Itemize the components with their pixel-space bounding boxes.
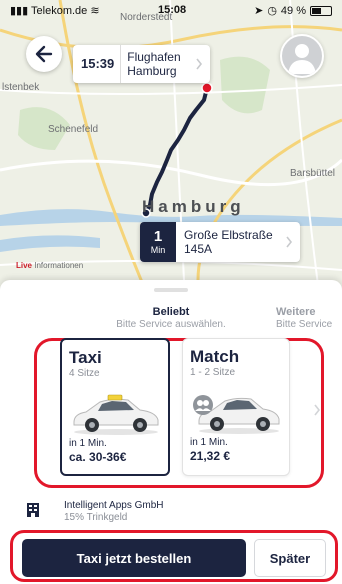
- service-price: ca. 30-36€: [69, 450, 127, 464]
- map-label-barsbuettel: Barsbüttel: [290, 168, 336, 179]
- back-button[interactable]: [26, 36, 62, 72]
- profile-avatar[interactable]: [280, 34, 324, 78]
- map-label-hamburg: Hamburg: [142, 197, 245, 216]
- map-label-schenefeld: Schenefeld: [48, 124, 99, 135]
- schedule-later-button[interactable]: Später: [254, 539, 326, 577]
- route-line: [144, 86, 209, 215]
- service-tabs: Beliebt Bitte Service auswählen. Weitere…: [0, 306, 342, 336]
- service-seats: 4 Sitze: [69, 368, 100, 379]
- service-card-taxi[interactable]: Taxi 4 Sitze in 1 Min. ca. 30-36€: [60, 338, 170, 476]
- wifi-icon: ≋: [90, 5, 100, 17]
- company-name: Intelligent Apps GmbH: [64, 500, 164, 511]
- pickup-eta: 1 Min: [140, 222, 176, 262]
- service-eta: in 1 Min.: [190, 437, 228, 448]
- alarm-icon: ◷: [267, 5, 277, 17]
- map-attribution[interactable]: Live Informationen: [16, 261, 83, 270]
- destination-marker: [201, 82, 213, 94]
- taxi-car-icon: [73, 394, 159, 435]
- arrow-left-icon: [35, 45, 53, 63]
- origin-label: Große Elbstraße 145A: [184, 228, 273, 256]
- building-icon: [27, 503, 39, 517]
- arrival-time: 15:39: [73, 45, 122, 83]
- service-price: 21,32 €: [190, 449, 231, 463]
- company-info: Intelligent Apps GmbH 15% Trinkgeld: [26, 498, 326, 528]
- signal-icon: ▮▮▮: [10, 5, 29, 17]
- attribution-live: Live: [16, 261, 33, 270]
- chevron-right-icon: [196, 58, 203, 70]
- service-seats: 1 - 2 Sitze: [190, 367, 236, 378]
- status-bar: ▮▮▮ Telekom.de ≋ 15:08 ➤ ◷ 49 %: [0, 0, 342, 20]
- match-car-icon: [193, 395, 280, 434]
- sheet-handle[interactable]: [154, 288, 188, 292]
- service-sheet: Beliebt Bitte Service auswählen. Weitere…: [0, 280, 342, 584]
- destination-label: Flughafen Hamburg: [127, 50, 181, 78]
- tab-beliebt[interactable]: Beliebt Bitte Service auswählen.: [96, 306, 246, 330]
- status-right: ➤ ◷ 49 %: [254, 4, 332, 17]
- order-taxi-button[interactable]: Taxi jetzt bestellen: [22, 539, 246, 577]
- service-eta: in 1 Min.: [69, 438, 107, 449]
- user-icon: [288, 44, 316, 74]
- destination-bubble[interactable]: 15:39 Flughafen Hamburg: [73, 45, 210, 83]
- origin-bubble[interactable]: 1 Min Große Elbstraße 145A: [140, 222, 300, 262]
- tip-info: 15% Trinkgeld: [64, 512, 128, 523]
- service-card-match[interactable]: Match 1 - 2 Sitze in 1 Min. 21,32 €: [182, 338, 290, 476]
- chevron-right-icon: [286, 236, 293, 248]
- tab-weitere[interactable]: Weitere Bitte Service: [276, 306, 342, 330]
- carrier-label: ▮▮▮ Telekom.de ≋: [10, 5, 100, 17]
- service-name: Match: [190, 347, 240, 366]
- battery-label: 49 %: [280, 4, 306, 17]
- attribution-text: Informationen: [34, 261, 84, 270]
- service-name: Taxi: [69, 348, 102, 367]
- status-time: 15:08: [158, 4, 187, 16]
- battery-icon: [310, 5, 332, 16]
- chevron-right-icon[interactable]: [313, 403, 321, 417]
- location-icon: ➤: [254, 5, 264, 17]
- map-label-elstenbek: lstenbek: [2, 82, 40, 93]
